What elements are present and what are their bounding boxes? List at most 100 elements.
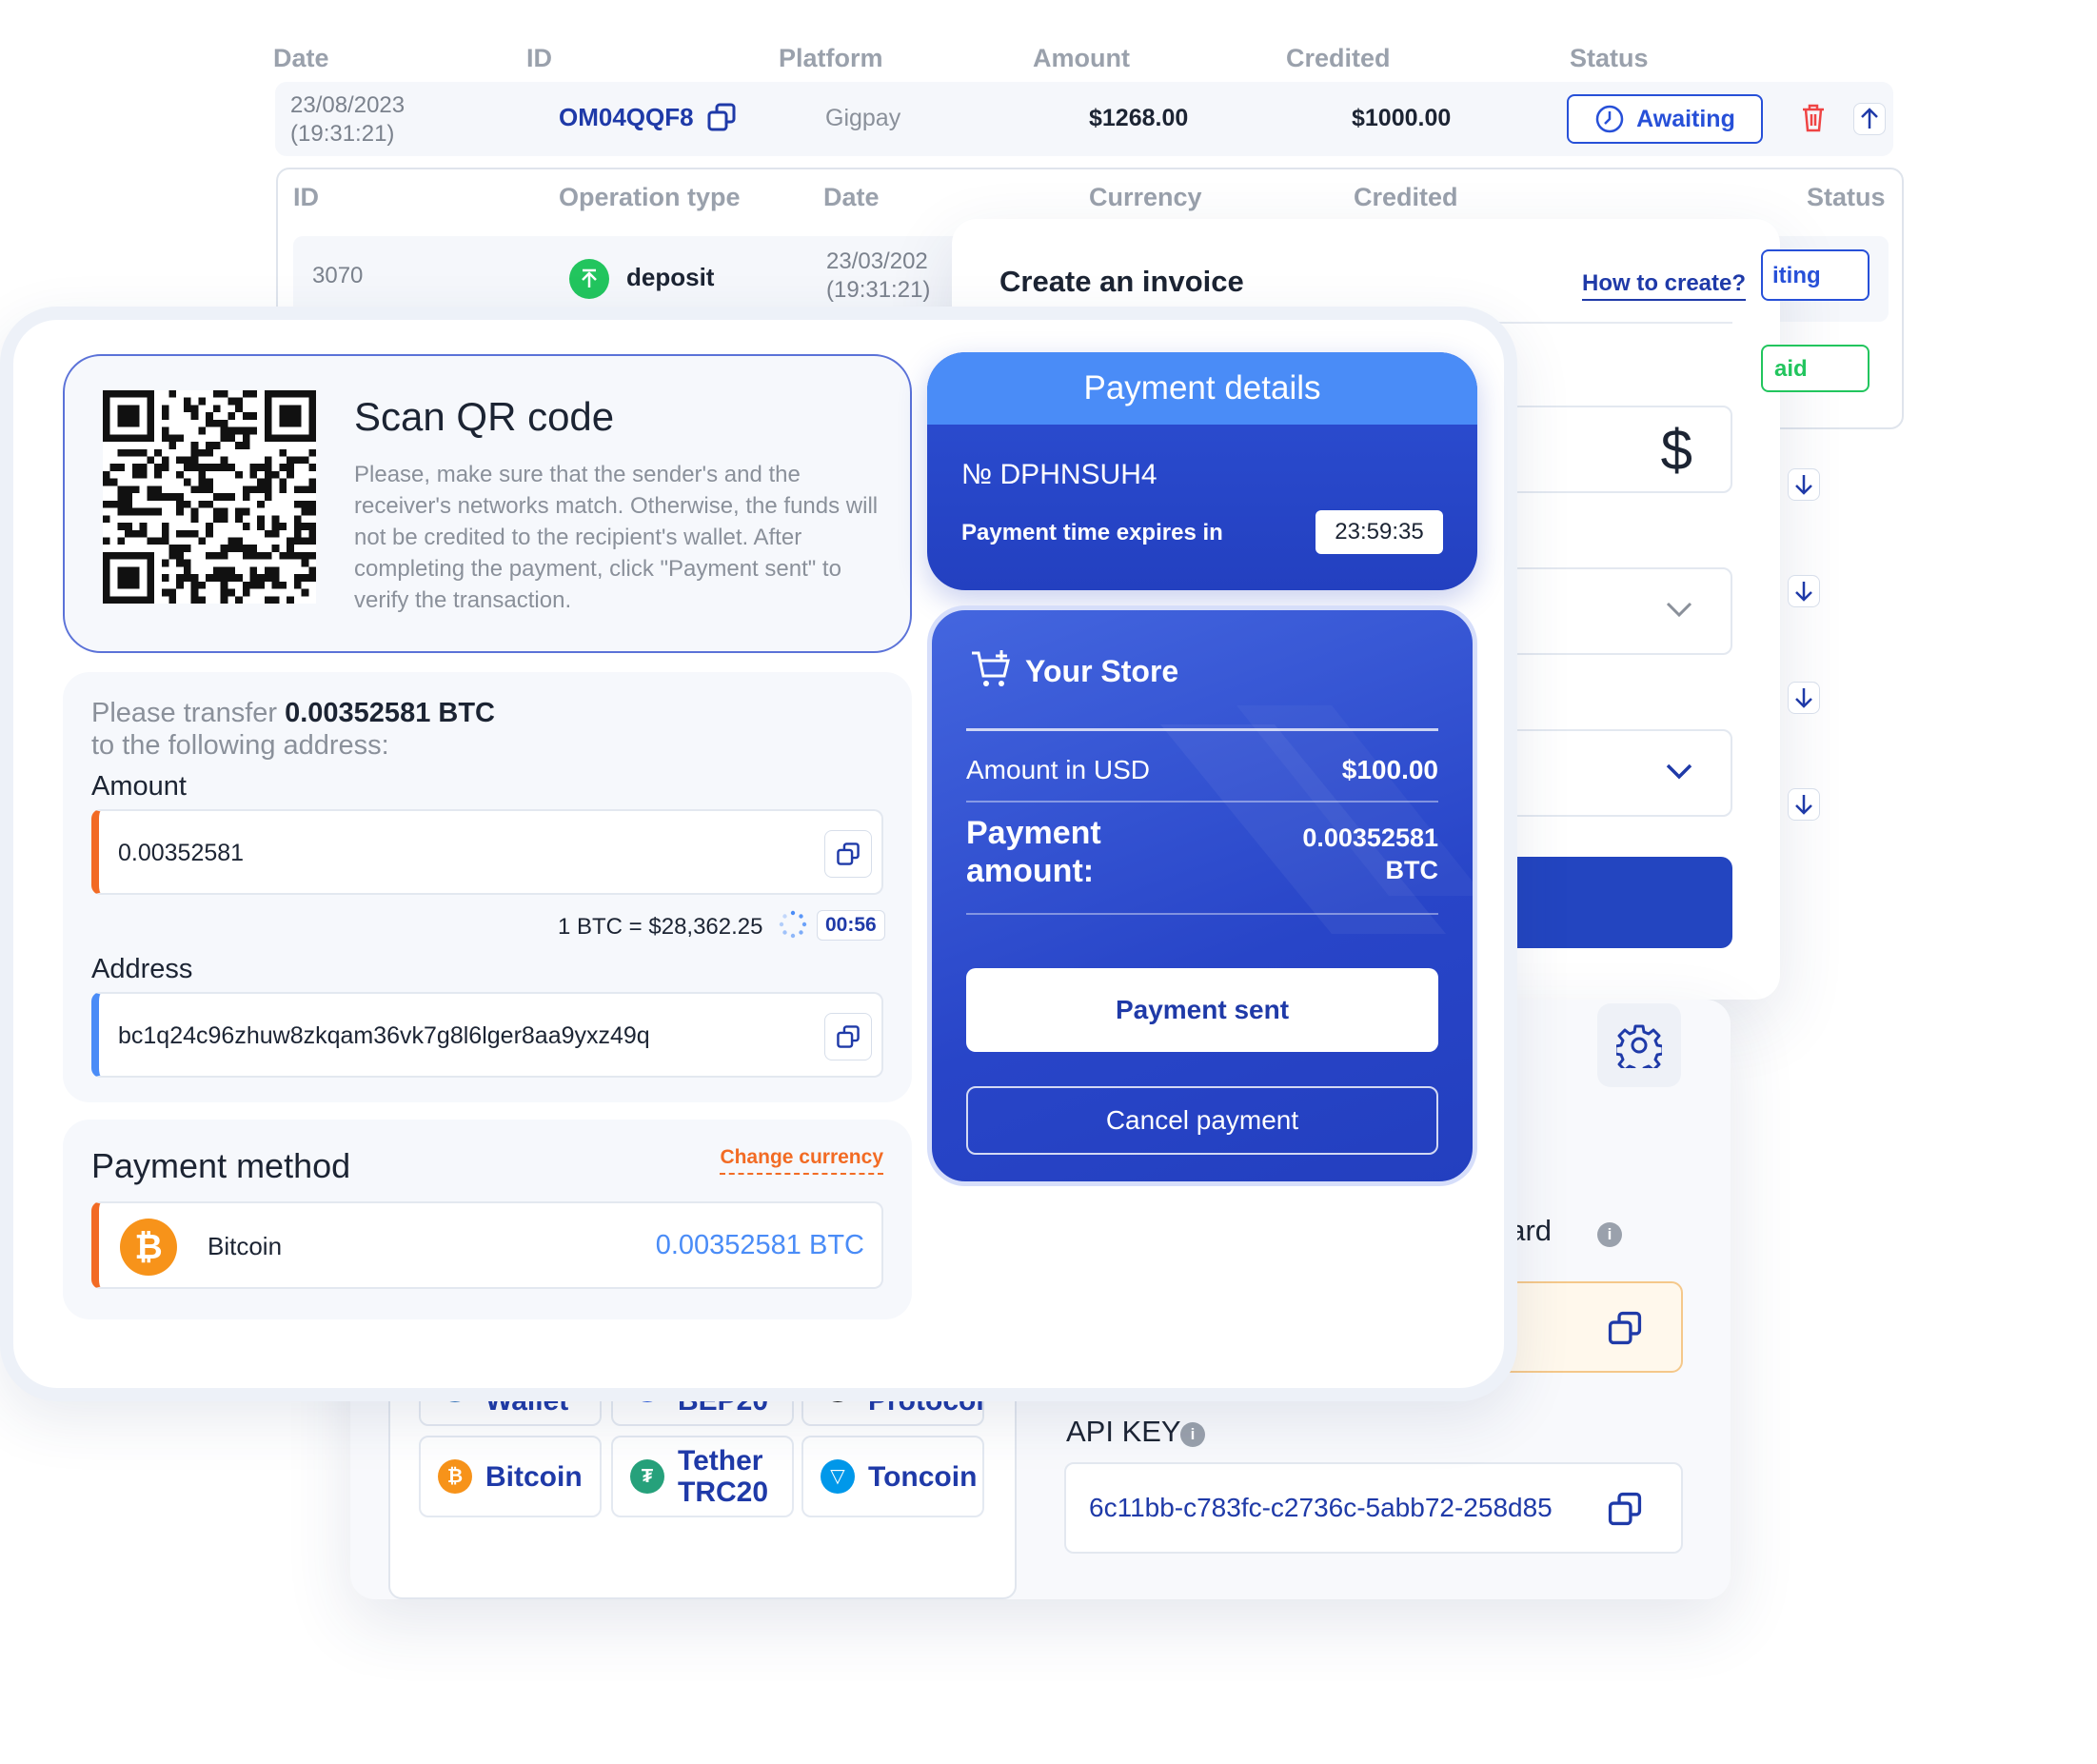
status-label: Awaiting [1636, 105, 1735, 132]
api-key-value: 6c11bb-c783fc-c2736c-5abb72-258d85 [1089, 1493, 1553, 1522]
download-arrow-icon[interactable] [1788, 788, 1820, 821]
transfer-prefix: Please transfer [91, 698, 278, 728]
bitcoin-icon: ₿ [438, 1459, 472, 1494]
amount-usd-value: $100.00 [1341, 755, 1438, 784]
row-platform: Gigpay [825, 105, 901, 131]
col-id: ID [526, 44, 552, 72]
col-op-type: Operation type [559, 183, 741, 211]
op-date: 23/03/202 [826, 248, 928, 274]
transfer-section: Please transfer 0.00352581 BTC to the fo… [63, 672, 912, 1102]
countdown-badge: 00:56 [817, 910, 885, 941]
chevron-down-icon [1666, 602, 1692, 618]
status-chip-paid[interactable]: aid [1761, 345, 1869, 392]
copy-icon[interactable] [1607, 1310, 1643, 1346]
payment-method-section: Payment method Change currency ₿ Bitcoin… [63, 1120, 912, 1319]
col-amount: Amount [1033, 44, 1130, 72]
dollar-icon: $ [1660, 418, 1692, 482]
qr-section: Scan QR code Please, make sure that the … [63, 354, 912, 653]
op-type: deposit [626, 263, 715, 291]
payment-method-title: Payment method [91, 1146, 351, 1185]
row-credited: $1000.00 [1352, 105, 1452, 131]
copy-icon[interactable] [824, 830, 872, 878]
qr-instructions: Please, make sure that the sender's and … [354, 462, 879, 613]
status-awaiting-button[interactable]: Awaiting [1567, 94, 1763, 144]
info-icon[interactable]: i [1180, 1422, 1205, 1447]
qr-title: Scan QR code [354, 394, 615, 439]
table-row[interactable]: 23/08/2023 (19:31:21) OM04QQF8 Gigpay $1… [275, 82, 1893, 156]
transfer-amount: 0.00352581 BTC [285, 698, 495, 728]
upload-arrow-icon[interactable] [1853, 103, 1886, 135]
deposit-arrow-icon [569, 259, 609, 299]
col-op-date: Date [823, 183, 880, 211]
address-label: Address [91, 954, 193, 984]
col-status: Status [1570, 44, 1649, 72]
coin-label: Bitcoin [485, 1460, 583, 1493]
row-amount: $1268.00 [1089, 105, 1189, 131]
col-op-status: Status [1807, 183, 1886, 211]
copy-icon[interactable] [705, 101, 738, 133]
download-arrow-icon[interactable] [1788, 468, 1820, 501]
op-id: 3070 [312, 263, 364, 288]
invoice-title: Create an invoice [999, 265, 1244, 298]
amount-value: 0.00352581 [118, 840, 245, 866]
address-field[interactable]: bc1q24c96zhuw8zkqam36vk7g8l6lger8aa9yxz4… [91, 992, 883, 1078]
tether-trc20-icon: ₮ [630, 1459, 664, 1494]
coin-label: Toncoin [868, 1460, 978, 1493]
cancel-payment-button[interactable]: Cancel payment [966, 1086, 1438, 1155]
download-arrow-icon[interactable] [1788, 682, 1820, 714]
expiry-timer: 23:59:35 [1316, 510, 1443, 554]
payment-sent-button[interactable]: Payment sent [966, 968, 1438, 1052]
coin-label: Tether TRC20 [678, 1445, 769, 1508]
payment-method-select[interactable]: ₿ Bitcoin 0.00352581 BTC [91, 1201, 883, 1289]
exchange-rate: 1 BTC = $28,362.25 [558, 914, 763, 940]
amount-usd-label: Amount in USD [966, 755, 1150, 784]
col-op-currency: Currency [1089, 183, 1202, 211]
loading-spinner-icon [779, 910, 807, 939]
copy-icon[interactable] [1607, 1491, 1643, 1527]
clock-icon [1595, 105, 1624, 133]
payment-amount-unit: BTC [1385, 856, 1439, 884]
coin-option[interactable]: ▽ Toncoin [801, 1436, 984, 1517]
cart-icon [972, 650, 1010, 686]
payment-amount-value: 0.00352581 [1302, 823, 1438, 852]
coin-option[interactable]: ₮ Tether TRC20 [611, 1436, 794, 1517]
col-op-id: ID [293, 183, 319, 211]
op-time: (19:31:21) [826, 277, 931, 303]
store-card: Your Store Amount in USD $100.00 Payment… [927, 605, 1477, 1186]
how-to-create-link[interactable]: How to create? [1582, 270, 1747, 301]
transactions-table: Date ID Platform Amount Credited Status … [271, 38, 1893, 156]
expires-label: Payment time expires in [961, 520, 1223, 545]
row-date: 23/08/2023 [290, 92, 406, 118]
bitcoin-icon: ₿ [120, 1219, 177, 1276]
api-key-label: API KEY [1066, 1415, 1181, 1448]
payment-amount-label: Payment amount: [966, 815, 1101, 889]
row-id[interactable]: OM04QQF8 [559, 103, 694, 132]
col-op-credited: Credited [1354, 183, 1458, 211]
change-currency-link[interactable]: Change currency [720, 1146, 883, 1175]
toncoin-icon: ▽ [821, 1459, 855, 1494]
address-value: bc1q24c96zhuw8zkqam36vk7g8l6lger8aa9yxz4… [118, 1022, 650, 1049]
api-key-field[interactable]: 6c11bb-c783fc-c2736c-5abb72-258d85 [1064, 1462, 1683, 1554]
row-time: (19:31:21) [290, 121, 395, 147]
col-date: Date [273, 44, 329, 72]
method-coin-name: Bitcoin [208, 1232, 283, 1260]
qr-code [103, 390, 316, 604]
col-platform: Platform [779, 44, 883, 72]
download-arrow-icon[interactable] [1788, 575, 1820, 607]
copy-icon[interactable] [824, 1013, 872, 1060]
info-icon[interactable]: i [1597, 1222, 1622, 1247]
col-credited: Credited [1286, 44, 1391, 72]
amount-field[interactable]: 0.00352581 [91, 809, 883, 895]
invoice-number: № DPHNSUH4 [961, 459, 1157, 490]
status-chip-awaiting[interactable]: iting [1761, 249, 1869, 301]
trash-icon[interactable] [1800, 103, 1827, 138]
transfer-suffix: to the following address: [91, 730, 389, 761]
chevron-down-icon [1666, 763, 1692, 780]
gear-icon[interactable] [1597, 1003, 1681, 1087]
store-name: Your Store [1025, 654, 1179, 688]
payment-details-header: Payment details № DPHNSUH4 Payment time … [927, 352, 1477, 590]
method-coin-amount: 0.00352581 BTC [655, 1230, 864, 1260]
coin-option[interactable]: ₿ Bitcoin [419, 1436, 602, 1517]
amount-label: Amount [91, 771, 187, 802]
payment-details-title: Payment details [927, 352, 1477, 425]
